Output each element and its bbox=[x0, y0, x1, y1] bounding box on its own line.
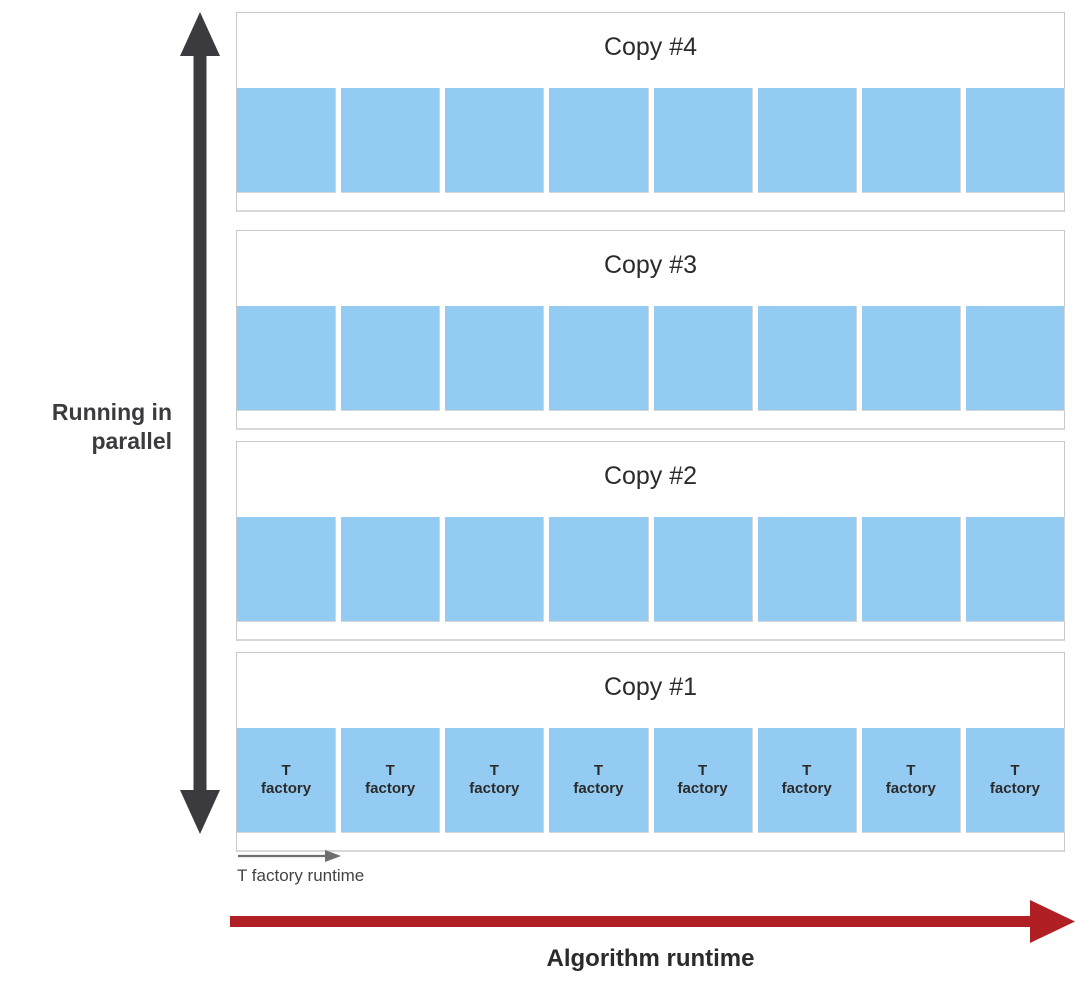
copy-row-2-title: Copy #2 bbox=[603, 462, 698, 490]
t-factory-box: Tfactory bbox=[445, 306, 545, 411]
t-factory-line2: factory bbox=[365, 780, 416, 797]
t-factory-line1: T bbox=[1010, 761, 1020, 779]
t-factory-box: Tfactory bbox=[861, 88, 961, 193]
t-factory-box: Tfactory bbox=[549, 306, 649, 411]
copy-row-3: Copy #3 Tfactory Tfactory Tfactory Tfact… bbox=[236, 230, 1065, 430]
t-factory-line1: T bbox=[697, 761, 708, 779]
t-factory-box: Tfactory bbox=[757, 306, 857, 411]
parallel-label-line1: Running in bbox=[51, 399, 172, 425]
t-factory-runtime-arrow-icon bbox=[238, 850, 341, 862]
t-factory-box: Tfactory bbox=[237, 517, 337, 622]
copy-row-2-factory-strip: Tfactory Tfactory Tfactory Tfactory Tfac… bbox=[237, 517, 1065, 622]
t-factory-line1: T bbox=[593, 761, 604, 779]
t-factory-box: Tfactory bbox=[861, 517, 961, 622]
t-factory-box: Tfactory bbox=[757, 517, 857, 622]
t-factory-line1: T bbox=[489, 761, 499, 779]
t-factory-box: Tfactory bbox=[445, 88, 545, 193]
t-factory-box: Tfactory bbox=[965, 306, 1065, 411]
t-factory-box: Tfactory bbox=[445, 517, 545, 622]
t-factory-box: Tfactory bbox=[549, 88, 649, 193]
t-factory-box: Tfactory bbox=[757, 88, 857, 193]
copy-row-4-factory-strip: Tfactory Tfactory Tfactory Tfactory Tfac… bbox=[237, 88, 1065, 193]
t-factory-box: Tfactory bbox=[965, 728, 1065, 833]
t-factory-runtime-caption: T factory runtime bbox=[237, 849, 517, 886]
t-factory-box: Tfactory bbox=[653, 88, 753, 193]
t-factory-runtime-label: T factory runtime bbox=[237, 866, 365, 885]
t-factory-box: Tfactory bbox=[237, 88, 337, 193]
t-factory-box: Tfactory bbox=[861, 728, 961, 833]
copy-row-3-factory-strip: Tfactory Tfactory Tfactory Tfactory Tfac… bbox=[237, 306, 1065, 411]
t-factory-line1: T bbox=[385, 761, 395, 779]
algorithm-runtime-label: Algorithm runtime bbox=[546, 945, 755, 972]
parallel-label-line2: parallel bbox=[91, 427, 172, 454]
t-factory-box: Tfactory bbox=[341, 306, 441, 411]
copy-row-4-title: Copy #4 bbox=[603, 33, 698, 61]
t-factory-box: Tfactory bbox=[445, 728, 545, 833]
t-factory-box: Tfactory bbox=[965, 517, 1065, 622]
t-factory-box: Tfactory bbox=[653, 728, 753, 833]
t-factory-line2: factory bbox=[261, 780, 312, 797]
t-factory-line1: T bbox=[281, 761, 291, 779]
t-factory-box: Tfactory bbox=[237, 306, 337, 411]
t-factory-line1: T bbox=[906, 761, 916, 779]
t-factory-line2: factory bbox=[989, 780, 1040, 797]
copy-row-1-title: Copy #1 bbox=[603, 673, 698, 701]
t-factory-box: Tfactory bbox=[549, 728, 649, 833]
t-factory-line2: factory bbox=[677, 780, 728, 797]
t-factory-box: Tfactory bbox=[653, 306, 753, 411]
copy-row-3-title: Copy #3 bbox=[603, 251, 698, 279]
copy-row-1-factory-strip: Tfactory Tfactory Tfactory Tfactory Tfac… bbox=[237, 728, 1065, 833]
t-factory-box: Tfactory bbox=[237, 728, 337, 833]
t-factory-box: Tfactory bbox=[653, 517, 753, 622]
parallel-t-factory-diagram: Running in parallel Copy #4 Tfactory Tfa… bbox=[0, 0, 1079, 994]
t-factory-line2: factory bbox=[885, 780, 936, 797]
t-factory-line1: T bbox=[802, 761, 812, 779]
copy-row-1: Copy #1 Tfactory Tfactory Tfactory Tfact… bbox=[236, 652, 1065, 852]
t-factory-line2: factory bbox=[781, 780, 832, 797]
copy-row-2: Copy #2 Tfactory Tfactory Tfactory Tfact… bbox=[236, 441, 1065, 641]
t-factory-box: Tfactory bbox=[341, 517, 441, 622]
t-factory-box: Tfactory bbox=[757, 728, 857, 833]
t-factory-box: Tfactory bbox=[965, 88, 1065, 193]
running-in-parallel-label: Running in parallel bbox=[0, 398, 172, 456]
t-factory-box: Tfactory bbox=[861, 306, 961, 411]
t-factory-box: Tfactory bbox=[341, 728, 441, 833]
copy-row-4: Copy #4 Tfactory Tfactory Tfactory Tfact… bbox=[236, 12, 1065, 212]
t-factory-box: Tfactory bbox=[341, 88, 441, 193]
running-in-parallel-axis-arrow-icon bbox=[180, 12, 220, 834]
t-factory-line2: factory bbox=[469, 780, 520, 797]
t-factory-line2: factory bbox=[573, 780, 624, 797]
t-factory-box: Tfactory bbox=[549, 517, 649, 622]
